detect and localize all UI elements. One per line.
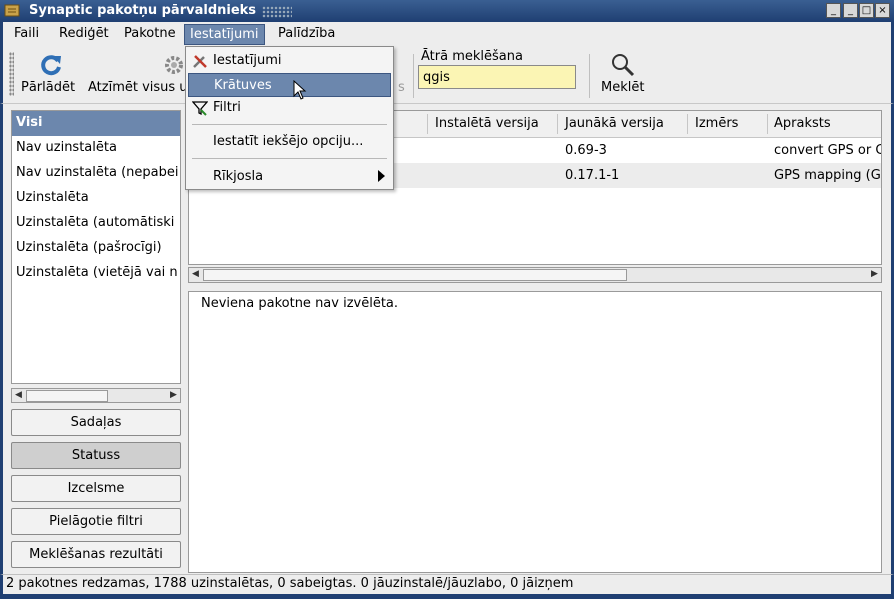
mouse-cursor-icon xyxy=(293,80,307,100)
menu-item-label: Krātuves xyxy=(214,78,272,93)
toolbar-separator xyxy=(413,54,414,98)
column-size[interactable]: Izmērs xyxy=(695,116,738,131)
filter-item-installed-local[interactable]: Uzinstalēta (vietējā vai n xyxy=(12,261,180,286)
scroll-right-icon[interactable]: ▶ xyxy=(871,269,878,279)
search-button[interactable]: Meklēt xyxy=(601,80,644,95)
menu-item-filters[interactable]: Filtri xyxy=(186,96,393,120)
reload-icon xyxy=(41,55,61,76)
menu-item-label: Iestatījumi xyxy=(213,53,282,68)
scroll-left-icon[interactable]: ◀ xyxy=(15,390,22,400)
menu-item-repositories[interactable]: Krātuves xyxy=(188,73,391,97)
column-divider[interactable] xyxy=(427,114,428,134)
menu-item-internal-option[interactable]: Iestatīt iekšējo opciju... xyxy=(186,130,393,154)
title-pattern xyxy=(262,6,292,18)
cell-latest-version: 0.17.1-1 xyxy=(565,168,620,183)
toolbar-grip[interactable] xyxy=(9,52,14,96)
menu-file[interactable]: Faili xyxy=(14,26,39,41)
menu-separator xyxy=(192,158,387,159)
package-table-scrollbar[interactable]: ◀ ▶ xyxy=(188,267,882,283)
filter-item-not-installed-residual[interactable]: Nav uzinstalēta (nepabei xyxy=(12,161,180,186)
window-frame-bottom xyxy=(0,594,894,599)
origin-button[interactable]: Izcelsme xyxy=(11,475,181,502)
menu-item-label: Iestatīt iekšējo opciju... xyxy=(213,134,364,149)
menu-separator xyxy=(192,124,387,125)
minimize-icon[interactable]: _ xyxy=(826,3,841,18)
quick-search-input[interactable] xyxy=(418,65,576,89)
status-button[interactable]: Statuss xyxy=(11,442,181,469)
mark-all-icon xyxy=(165,56,183,74)
filter-item-not-installed[interactable]: Nav uzinstalēta xyxy=(12,136,180,161)
column-latest-version[interactable]: Jaunākā versija xyxy=(565,116,664,131)
filter-list-scrollbar[interactable]: ◀ ▶ xyxy=(11,388,181,403)
menu-settings[interactable]: Iestatījumi xyxy=(184,24,265,45)
column-divider[interactable] xyxy=(557,114,558,134)
settings-menu: Iestatījumi Krātuves Filtri Iestatīt iek… xyxy=(185,46,394,190)
scroll-thumb[interactable] xyxy=(26,390,108,402)
maximize-icon[interactable]: □ xyxy=(859,3,874,18)
preferences-icon xyxy=(193,55,207,68)
app-icon xyxy=(4,4,20,17)
column-divider[interactable] xyxy=(687,114,688,134)
reload-button[interactable]: Pārlādēt xyxy=(21,80,75,95)
quick-search-label: Ātrā meklēšana xyxy=(421,49,523,64)
mark-all-button[interactable]: Atzīmēt visus u xyxy=(88,80,188,95)
cell-latest-version: 0.69-3 xyxy=(565,143,607,158)
scroll-left-icon[interactable]: ◀ xyxy=(192,269,199,279)
menu-help[interactable]: Palīdzība xyxy=(278,26,335,41)
details-pane: Neviena pakotne nav izvēlēta. xyxy=(188,291,882,573)
filter-item-installed-auto[interactable]: Uzinstalēta (automātiski xyxy=(12,211,180,236)
search-icon xyxy=(612,54,635,77)
column-installed-version[interactable]: Instalētā versija xyxy=(435,116,539,131)
filter-item-all[interactable]: Visi xyxy=(12,111,180,136)
toolbar-separator-2 xyxy=(589,54,590,98)
hidden-button-fragment: s xyxy=(398,80,405,95)
search-results-button[interactable]: Meklēšanas rezultāti xyxy=(11,541,181,568)
title-bar[interactable]: Synaptic pakotņu pārvaldnieks _ _ □ × xyxy=(0,0,894,22)
window-frame-left xyxy=(0,104,3,574)
menu-item-label: Rīkjosla xyxy=(213,169,264,184)
filters-icon xyxy=(192,101,208,116)
filter-item-installed-manual[interactable]: Uzinstalēta (pašrocīgi) xyxy=(12,236,180,261)
custom-filters-button[interactable]: Pielāgotie filtri xyxy=(11,508,181,535)
cell-description: GPS mapping (G xyxy=(774,168,881,183)
submenu-arrow-icon xyxy=(378,170,385,182)
minimize-alt-icon[interactable]: _ xyxy=(843,3,858,18)
column-divider[interactable] xyxy=(767,114,768,134)
details-text: Neviena pakotne nav izvēlēta. xyxy=(201,296,399,311)
filter-list[interactable]: Visi Nav uzinstalēta Nav uzinstalēta (ne… xyxy=(11,110,181,384)
scroll-thumb[interactable] xyxy=(203,269,627,281)
column-description[interactable]: Apraksts xyxy=(774,116,831,131)
close-icon[interactable]: × xyxy=(875,3,890,18)
filter-item-installed[interactable]: Uzinstalēta xyxy=(12,186,180,211)
menu-item-preferences[interactable]: Iestatījumi xyxy=(186,49,393,73)
menu-bar: Faili Rediģēt Pakotne Iestatījumi Palīdz… xyxy=(0,22,894,46)
menu-edit[interactable]: Rediģēt xyxy=(59,26,109,41)
menu-item-label: Filtri xyxy=(213,100,241,115)
menu-package[interactable]: Pakotne xyxy=(124,26,176,41)
window-title: Synaptic pakotņu pārvaldnieks xyxy=(29,3,257,18)
cell-description: convert GPS or G xyxy=(774,143,882,158)
menu-item-toolbar[interactable]: Rīkjosla xyxy=(186,165,393,189)
sections-button[interactable]: Sadaļas xyxy=(11,409,181,436)
status-text: 2 pakotnes redzamas, 1788 uzinstalētas, … xyxy=(6,576,574,591)
scroll-right-icon[interactable]: ▶ xyxy=(170,390,177,400)
status-bar: 2 pakotnes redzamas, 1788 uzinstalētas, … xyxy=(0,574,894,594)
